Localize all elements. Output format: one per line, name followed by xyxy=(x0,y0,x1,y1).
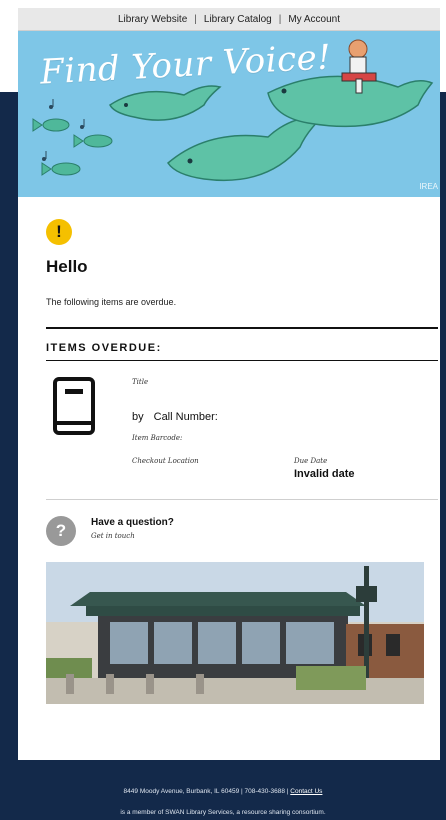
due-date-label: Due Date xyxy=(294,457,328,465)
question-icon: ? xyxy=(46,516,76,546)
greeting-heading: Hello xyxy=(46,257,88,276)
email-content: ! Hello The following items are overdue.… xyxy=(18,219,440,704)
nav-separator: | xyxy=(278,13,282,25)
item-by-line: by Call Number: xyxy=(132,411,218,423)
question-subtitle[interactable]: Get in touch xyxy=(91,532,135,540)
footer-address-line: 8449 Moody Avenue, Burbank, IL 60459 | 7… xyxy=(0,788,446,795)
footer-member-text: is a member of SWAN Library Services, a … xyxy=(120,809,326,816)
nav-link-my-account[interactable]: My Account xyxy=(288,14,340,25)
item-by-label: by xyxy=(132,411,144,423)
email-card: Library Website | Library Catalog | My A… xyxy=(18,8,440,760)
item-barcode-label: Item Barcode: xyxy=(132,434,183,442)
library-building-illustration xyxy=(46,562,424,704)
nav-separator: | xyxy=(194,13,197,25)
question-title: Have a question? xyxy=(91,517,174,528)
contact-us-link[interactable]: Contact Us xyxy=(290,788,322,795)
nav-link-library-website[interactable]: Library Website xyxy=(118,14,187,25)
footer-address: 8449 Moody Avenue, Burbank, IL 60459 | 7… xyxy=(123,788,289,795)
section-title: ITEMS OVERDUE: xyxy=(46,342,162,354)
due-date-value: Invalid date xyxy=(294,468,355,480)
alert-icon: ! xyxy=(46,219,72,245)
section-divider xyxy=(46,327,438,329)
book-icon xyxy=(53,377,95,435)
item-call-number-label: Call Number: xyxy=(153,411,218,423)
question-block: ? Have a question? Get in touch xyxy=(46,500,440,562)
banner-image: Find Your Voice! IREA xyxy=(18,31,440,197)
overdue-item: Title by Call Number: Item Barcode: Check… xyxy=(46,361,440,499)
checkout-location-label: Checkout Location xyxy=(132,457,199,465)
banner-credit: IREA xyxy=(419,182,438,191)
intro-text: The following items are overdue. xyxy=(46,297,177,307)
item-title-label: Title xyxy=(132,378,149,386)
top-nav: Library Website | Library Catalog | My A… xyxy=(18,8,440,31)
library-building-photo xyxy=(46,562,424,704)
nav-link-library-catalog[interactable]: Library Catalog xyxy=(204,14,272,25)
